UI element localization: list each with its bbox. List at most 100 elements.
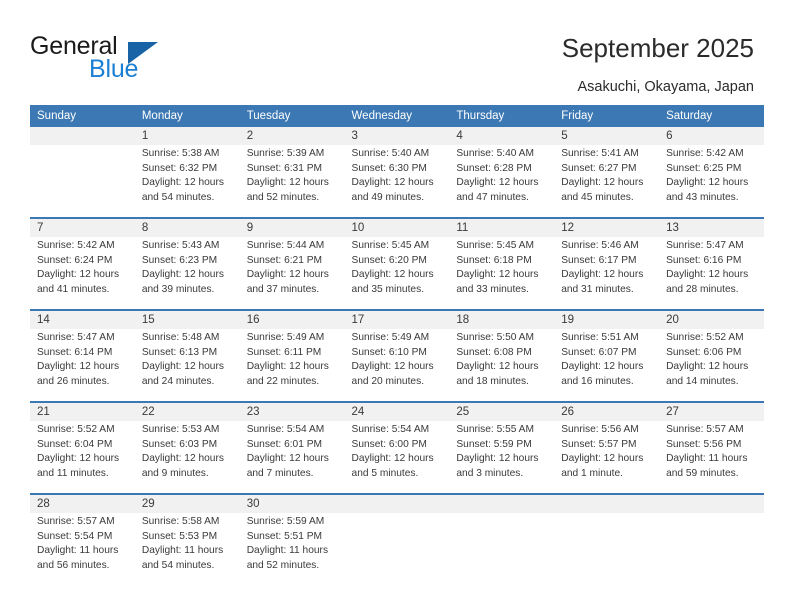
sunrise-text: Sunrise: 5:42 AM [666, 148, 744, 159]
day-cell[interactable]: Sunrise: 5:52 AM Sunset: 6:06 PM Dayligh… [659, 329, 764, 401]
day-cell[interactable]: Sunrise: 5:55 AM Sunset: 5:59 PM Dayligh… [449, 421, 555, 493]
day-cell[interactable]: Sunrise: 5:42 AM Sunset: 6:24 PM Dayligh… [30, 237, 135, 309]
daylight-text-line2: and 3 minutes. [456, 467, 524, 479]
day-cell[interactable]: Sunrise: 5:57 AM Sunset: 5:56 PM Dayligh… [659, 421, 764, 493]
day-number[interactable]: 26 [554, 403, 660, 421]
daylight-text-line1: Daylight: 12 hours [37, 269, 120, 281]
day-number[interactable]: 10 [344, 219, 450, 237]
day-number[interactable]: 28 [30, 495, 135, 513]
daylight-text-line2: and 54 minutes. [141, 559, 215, 571]
day-number[interactable]: 15 [134, 311, 240, 329]
daylight-text-line2: and 41 minutes. [37, 283, 110, 295]
day-number[interactable]: 24 [344, 403, 450, 421]
day-number[interactable]: 9 [239, 219, 345, 237]
day-number[interactable]: 27 [659, 403, 764, 421]
sunset-text: Sunset: 6:08 PM [456, 346, 532, 358]
daylight-text-line2: and 33 minutes. [456, 283, 529, 295]
day-number[interactable]: 11 [449, 219, 555, 237]
day-number[interactable]: 19 [554, 311, 660, 329]
day-cell[interactable]: Sunrise: 5:48 AM Sunset: 6:13 PM Dayligh… [134, 329, 240, 401]
daylight-text-line1: Daylight: 12 hours [456, 361, 539, 373]
day-cell[interactable]: Sunrise: 5:58 AM Sunset: 5:53 PM Dayligh… [134, 513, 240, 585]
day-cell[interactable]: Sunrise: 5:56 AM Sunset: 5:57 PM Dayligh… [554, 421, 660, 493]
day-cell[interactable]: Sunrise: 5:49 AM Sunset: 6:11 PM Dayligh… [239, 329, 345, 401]
day-number[interactable]: 23 [239, 403, 345, 421]
daylight-text-line1: Daylight: 12 hours [141, 361, 224, 373]
sunrise-text: Sunrise: 5:51 AM [561, 332, 639, 343]
day-number[interactable]: 1 [134, 127, 240, 145]
day-number[interactable]: 3 [344, 127, 450, 145]
day-number[interactable]: 18 [449, 311, 555, 329]
daylight-text-line2: and 49 minutes. [351, 191, 425, 203]
sunset-text: Sunset: 6:23 PM [141, 254, 218, 266]
daylight-text-line2: and 11 minutes. [37, 467, 109, 479]
day-cell[interactable]: Sunrise: 5:38 AM Sunset: 6:32 PM Dayligh… [134, 145, 240, 217]
day-number[interactable]: 21 [30, 403, 135, 421]
sunset-text: Sunset: 5:51 PM [246, 530, 323, 542]
day-number[interactable]: 14 [30, 311, 135, 329]
day-cell[interactable]: Sunrise: 5:52 AM Sunset: 6:04 PM Dayligh… [30, 421, 135, 493]
sunset-text: Sunset: 6:30 PM [351, 162, 427, 174]
day-cell[interactable]: Sunrise: 5:39 AM Sunset: 6:31 PM Dayligh… [239, 145, 345, 217]
daylight-text-line1: Daylight: 12 hours [351, 269, 434, 281]
daylight-text-line2: and 56 minutes. [37, 559, 110, 571]
day-number[interactable]: 4 [449, 127, 555, 145]
day-cell[interactable]: Sunrise: 5:40 AM Sunset: 6:30 PM Dayligh… [344, 145, 450, 217]
day-number[interactable]: 7 [30, 219, 135, 237]
day-cell[interactable]: Sunrise: 5:40 AM Sunset: 6:28 PM Dayligh… [449, 145, 555, 217]
day-number[interactable]: 25 [449, 403, 555, 421]
week-info-row: Sunrise: 5:47 AM Sunset: 6:14 PM Dayligh… [30, 329, 764, 401]
day-cell[interactable] [30, 145, 135, 217]
day-cell[interactable]: Sunrise: 5:50 AM Sunset: 6:08 PM Dayligh… [449, 329, 555, 401]
day-cell[interactable]: Sunrise: 5:51 AM Sunset: 6:07 PM Dayligh… [554, 329, 660, 401]
week-info-row: Sunrise: 5:57 AM Sunset: 5:54 PM Dayligh… [30, 513, 764, 585]
sunrise-text: Sunrise: 5:38 AM [141, 148, 220, 159]
day-cell[interactable]: Sunrise: 5:45 AM Sunset: 6:18 PM Dayligh… [449, 237, 555, 309]
day-number[interactable]: 13 [659, 219, 764, 237]
day-number[interactable]: 17 [344, 311, 450, 329]
daylight-text-line1: Daylight: 11 hours [141, 545, 224, 557]
day-cell[interactable]: Sunrise: 5:42 AM Sunset: 6:25 PM Dayligh… [659, 145, 764, 217]
day-cell[interactable]: Sunrise: 5:45 AM Sunset: 6:20 PM Dayligh… [344, 237, 450, 309]
daylight-text-line1: Daylight: 12 hours [456, 269, 539, 281]
day-cell[interactable]: Sunrise: 5:54 AM Sunset: 6:01 PM Dayligh… [239, 421, 345, 493]
day-number[interactable]: 22 [134, 403, 240, 421]
day-cell[interactable]: Sunrise: 5:57 AM Sunset: 5:54 PM Dayligh… [30, 513, 135, 585]
day-cell[interactable]: Sunrise: 5:43 AM Sunset: 6:23 PM Dayligh… [134, 237, 240, 309]
day-number[interactable]: 20 [659, 311, 764, 329]
daylight-text-line2: and 16 minutes. [561, 375, 634, 387]
daylight-text-line2: and 35 minutes. [351, 283, 425, 295]
day-cell[interactable]: Sunrise: 5:53 AM Sunset: 6:03 PM Dayligh… [134, 421, 240, 493]
general-blue-logo[interactable]: General Blue [30, 32, 240, 84]
daylight-text-line1: Daylight: 12 hours [561, 453, 644, 465]
day-number[interactable]: 12 [554, 219, 660, 237]
day-cell[interactable]: Sunrise: 5:46 AM Sunset: 6:17 PM Dayligh… [554, 237, 660, 309]
day-number[interactable]: 5 [554, 127, 660, 145]
day-number[interactable]: 16 [239, 311, 345, 329]
day-cell[interactable]: Sunrise: 5:41 AM Sunset: 6:27 PM Dayligh… [554, 145, 660, 217]
daylight-text-line1: Daylight: 12 hours [666, 177, 749, 189]
day-cell[interactable]: Sunrise: 5:44 AM Sunset: 6:21 PM Dayligh… [239, 237, 345, 309]
day-number[interactable]: 6 [659, 127, 764, 145]
weekday-header-monday: Monday [134, 105, 240, 127]
sunrise-text: Sunrise: 5:39 AM [246, 148, 325, 159]
daylight-text-line1: Daylight: 11 hours [246, 545, 329, 557]
day-number[interactable]: 8 [134, 219, 240, 237]
day-number[interactable]: 29 [134, 495, 240, 513]
day-cell[interactable]: Sunrise: 5:49 AM Sunset: 6:10 PM Dayligh… [344, 329, 450, 401]
day-number[interactable]: 30 [239, 495, 345, 513]
day-cell[interactable]: Sunrise: 5:47 AM Sunset: 6:14 PM Dayligh… [30, 329, 135, 401]
calendar-body: 1 2 3 4 5 6 Sunrise: 5:38 AM Sunset: 6:3… [30, 127, 764, 585]
sunrise-text: Sunrise: 5:58 AM [141, 516, 220, 527]
daylight-text-line1: Daylight: 12 hours [351, 361, 434, 373]
day-cell-empty [344, 513, 450, 585]
day-number[interactable]: 2 [239, 127, 345, 145]
day-cell[interactable]: Sunrise: 5:54 AM Sunset: 6:00 PM Dayligh… [344, 421, 450, 493]
day-cell[interactable]: Sunrise: 5:59 AM Sunset: 5:51 PM Dayligh… [239, 513, 345, 585]
day-cell[interactable]: Sunrise: 5:47 AM Sunset: 6:16 PM Dayligh… [659, 237, 764, 309]
sunset-text: Sunset: 6:16 PM [666, 254, 742, 266]
sunset-text: Sunset: 6:04 PM [37, 438, 113, 450]
sunset-text: Sunset: 6:28 PM [456, 162, 532, 174]
sunset-text: Sunset: 6:00 PM [351, 438, 427, 450]
day-number[interactable] [30, 127, 135, 145]
